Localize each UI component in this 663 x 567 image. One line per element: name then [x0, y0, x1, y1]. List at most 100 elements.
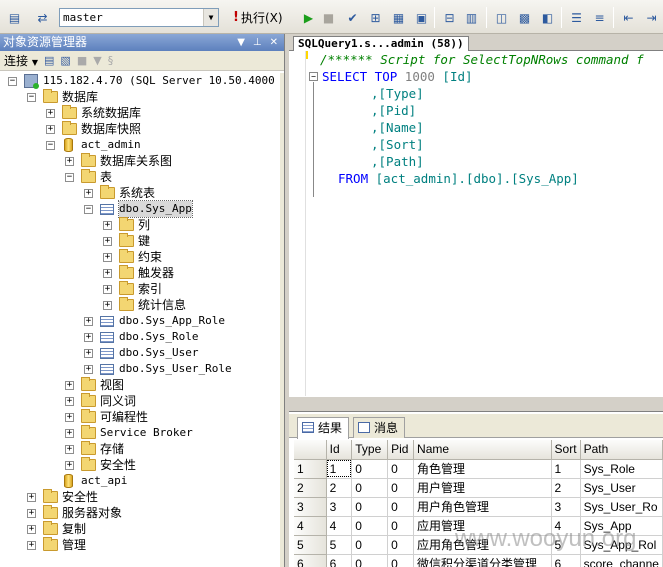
row-number[interactable]: 2: [294, 478, 327, 498]
expand-toggle-icon[interactable]: +: [65, 445, 74, 454]
tree-node[interactable]: − 数据库: [0, 89, 284, 105]
include-plan-icon[interactable]: ⊟: [441, 9, 458, 26]
expand-toggle-icon[interactable]: +: [27, 525, 36, 534]
cell-type[interactable]: 0: [351, 478, 389, 498]
tree-node[interactable]: + 数据库快照: [0, 121, 284, 137]
cell-id[interactable]: 6: [326, 554, 353, 567]
expand-toggle-icon[interactable]: +: [27, 509, 36, 518]
tree-node[interactable]: − 表: [0, 169, 284, 185]
cell-name[interactable]: 微信积分渠道分类管理: [413, 554, 552, 567]
collapse-toggle-icon[interactable]: −: [27, 93, 36, 102]
cell-type[interactable]: 0: [351, 497, 389, 517]
tree-node[interactable]: + dbo.Sys_User: [0, 345, 284, 361]
tree-node[interactable]: + 安全性: [0, 457, 284, 473]
connect-icon[interactable]: ▤: [6, 9, 23, 26]
cell-sort[interactable]: 6: [551, 554, 581, 567]
refresh-icon[interactable]: §: [108, 54, 114, 67]
results-grid-icon[interactable]: ▩: [516, 9, 533, 26]
cell-path[interactable]: Sys_Role: [580, 459, 663, 479]
collapse-toggle-icon[interactable]: −: [84, 205, 93, 214]
expand-toggle-icon[interactable]: +: [103, 301, 112, 310]
cell-pid[interactable]: 0: [387, 554, 415, 567]
tree-node[interactable]: + 管理: [0, 537, 284, 553]
tree-node[interactable]: act_api: [0, 473, 284, 489]
tree-node[interactable]: + 索引: [0, 281, 284, 297]
cell-type[interactable]: 0: [351, 516, 389, 536]
table-row[interactable]: 3 3 0 0 用户角色管理 3 Sys_User_Ro: [294, 497, 663, 517]
increase-indent-icon[interactable]: ⇥: [643, 9, 660, 26]
expand-toggle-icon[interactable]: +: [27, 541, 36, 550]
uncomment-icon[interactable]: ≡: [591, 9, 608, 26]
tree-node[interactable]: − dbo.Sys_App: [0, 200, 284, 218]
col-header-name[interactable]: Name: [413, 440, 552, 460]
expand-toggle-icon[interactable]: +: [103, 221, 112, 230]
tree-node[interactable]: + 系统数据库: [0, 105, 284, 121]
cell-sort[interactable]: 2: [551, 478, 581, 498]
cell-type[interactable]: 0: [351, 554, 389, 567]
stop-icon[interactable]: ■: [77, 54, 87, 67]
tree-node[interactable]: + 统计信息: [0, 297, 284, 313]
col-header-type[interactable]: Type: [351, 440, 389, 460]
expand-toggle-icon[interactable]: +: [65, 381, 74, 390]
col-header-pid[interactable]: Pid: [387, 440, 415, 460]
col-header-path[interactable]: Path: [580, 440, 663, 460]
parse-check-icon[interactable]: ✔: [344, 9, 361, 26]
cell-path[interactable]: Sys_User_Ro: [580, 497, 663, 517]
expand-toggle-icon[interactable]: +: [84, 365, 93, 374]
tree-node[interactable]: + 同义词: [0, 393, 284, 409]
cell-id[interactable]: 1: [326, 459, 353, 479]
expand-toggle-icon[interactable]: +: [46, 125, 55, 134]
cell-pid[interactable]: 0: [387, 497, 415, 517]
query-options-icon[interactable]: ▣: [413, 9, 430, 26]
cell-id[interactable]: 5: [326, 535, 353, 555]
results-file-icon[interactable]: ◧: [539, 9, 556, 26]
row-number[interactable]: 6: [294, 554, 327, 567]
tree-node[interactable]: + 键: [0, 233, 284, 249]
cell-name[interactable]: 角色管理: [413, 459, 552, 479]
editor-results-splitter[interactable]: [289, 396, 663, 412]
dropdown-icon[interactable]: ▼: [237, 34, 245, 51]
row-number[interactable]: 3: [294, 497, 327, 517]
cell-id[interactable]: 3: [326, 497, 353, 517]
tree-node[interactable]: + Service Broker: [0, 425, 284, 441]
tab-sqlquery1[interactable]: SQLQuery1.s...admin (58)): [293, 36, 469, 52]
grid-corner[interactable]: [294, 440, 327, 460]
cell-pid[interactable]: 0: [387, 535, 415, 555]
estimated-plan-icon[interactable]: ▦: [390, 9, 407, 26]
tree-node[interactable]: + 服务器对象: [0, 505, 284, 521]
expand-toggle-icon[interactable]: +: [84, 189, 93, 198]
tree-node[interactable]: + 约束: [0, 249, 284, 265]
tree-node[interactable]: + dbo.Sys_User_Role: [0, 361, 284, 377]
expand-toggle-icon[interactable]: +: [65, 461, 74, 470]
chevron-down-icon[interactable]: ▼: [203, 9, 218, 26]
expand-toggle-icon[interactable]: +: [84, 349, 93, 358]
tree-node[interactable]: + 触发器: [0, 265, 284, 281]
tree-node[interactable]: + 可编程性: [0, 409, 284, 425]
debug-run-icon[interactable]: ▶: [300, 9, 317, 26]
filter-icon[interactable]: ▼: [93, 54, 101, 67]
fold-toggle[interactable]: −: [309, 72, 318, 81]
expand-toggle-icon[interactable]: +: [103, 285, 112, 294]
cell-name[interactable]: 用户角色管理: [413, 497, 552, 517]
expand-toggle-icon[interactable]: +: [103, 237, 112, 246]
expand-toggle-icon[interactable]: +: [65, 157, 74, 166]
tree-node[interactable]: + 列: [0, 217, 284, 233]
table-row[interactable]: 6 6 0 0 微信积分渠道分类管理 6 score_channe: [294, 554, 663, 567]
client-stats-icon[interactable]: ▥: [463, 9, 480, 26]
table-row[interactable]: 1 1 0 0 角色管理 1 Sys_Role: [294, 459, 663, 479]
decrease-indent-icon[interactable]: ⇤: [620, 9, 637, 26]
row-number[interactable]: 5: [294, 535, 327, 555]
comment-icon[interactable]: ☰: [568, 9, 585, 26]
results-text-icon[interactable]: ◫: [493, 9, 510, 26]
close-icon[interactable]: ✕: [270, 34, 278, 51]
cell-path[interactable]: Sys_User: [580, 478, 663, 498]
pin-icon[interactable]: ⊥: [253, 34, 262, 51]
cell-sort[interactable]: 3: [551, 497, 581, 517]
collapse-toggle-icon[interactable]: −: [8, 77, 17, 86]
cell-pid[interactable]: 0: [387, 459, 415, 479]
tree-node[interactable]: + 存储: [0, 441, 284, 457]
table-row[interactable]: 2 2 0 0 用户管理 2 Sys_User: [294, 478, 663, 498]
tree-node[interactable]: − act_admin: [0, 137, 284, 153]
cell-sort[interactable]: 1: [551, 459, 581, 479]
cell-id[interactable]: 2: [326, 478, 353, 498]
